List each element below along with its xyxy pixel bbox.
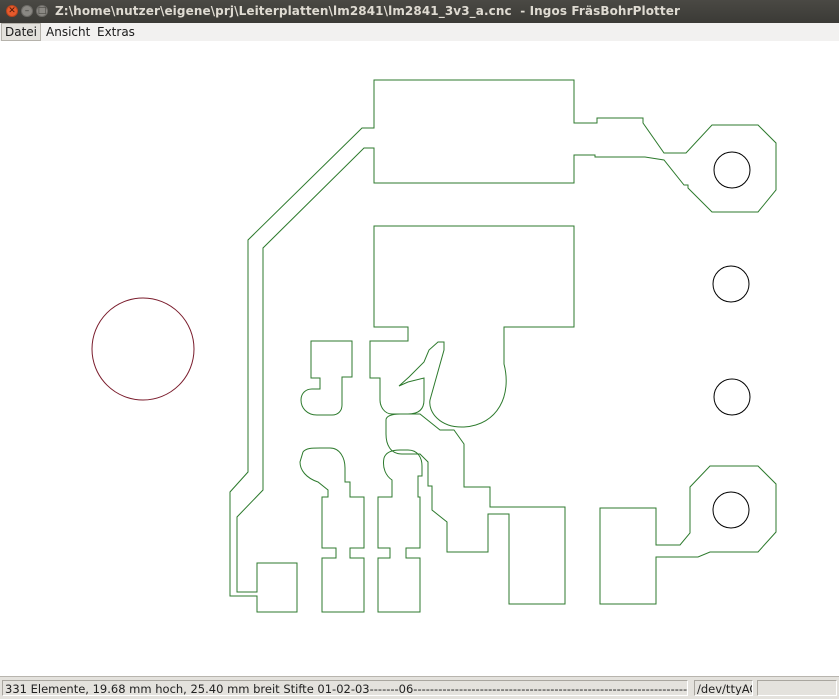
drill-hole — [713, 151, 751, 189]
minimize-window-button[interactable]: – — [21, 5, 33, 17]
close-icon: ✕ — [8, 6, 16, 16]
trace-top-pad — [229, 79, 777, 613]
status-port: /dev/ttyAC — [694, 680, 753, 696]
menu-extras[interactable]: Extras — [94, 23, 138, 41]
menu-ansicht[interactable]: Ansicht — [43, 23, 93, 41]
close-window-button[interactable]: ✕ — [6, 5, 18, 17]
window-title: Z:\home\nutzer\eigene\prj\Leiterplatten\… — [55, 4, 680, 18]
pcb-drawing — [91, 79, 777, 613]
title-bar: ✕ – □ Z:\home\nutzer\eigene\prj\Leiterpl… — [0, 0, 839, 23]
trace-left-column — [299, 447, 365, 613]
fiducial-circle — [91, 297, 195, 401]
trace-mid-column — [377, 449, 423, 613]
menu-datei[interactable]: Datei — [1, 23, 42, 41]
plot-canvas[interactable] — [0, 41, 839, 676]
drill-holes — [712, 151, 751, 529]
menu-bar: Datei Ansicht Extras — [0, 23, 839, 42]
minimize-icon: – — [24, 6, 30, 16]
trace-mid-pad — [369, 225, 575, 428]
maximize-window-button[interactable]: □ — [36, 5, 48, 17]
maximize-icon: □ — [37, 6, 47, 16]
drill-hole — [712, 491, 750, 529]
trace-left-pad — [300, 340, 353, 416]
milling-paths — [229, 79, 777, 613]
status-info: 331 Elemente, 19.68 mm hoch, 25.40 mm br… — [2, 680, 688, 696]
drill-hole — [713, 378, 751, 416]
status-bar: 331 Elemente, 19.68 mm hoch, 25.40 mm br… — [0, 676, 839, 699]
status-extra — [757, 680, 837, 696]
drill-hole — [712, 265, 750, 303]
trace-connector — [385, 413, 566, 605]
trace-bottom-right — [599, 465, 777, 605]
